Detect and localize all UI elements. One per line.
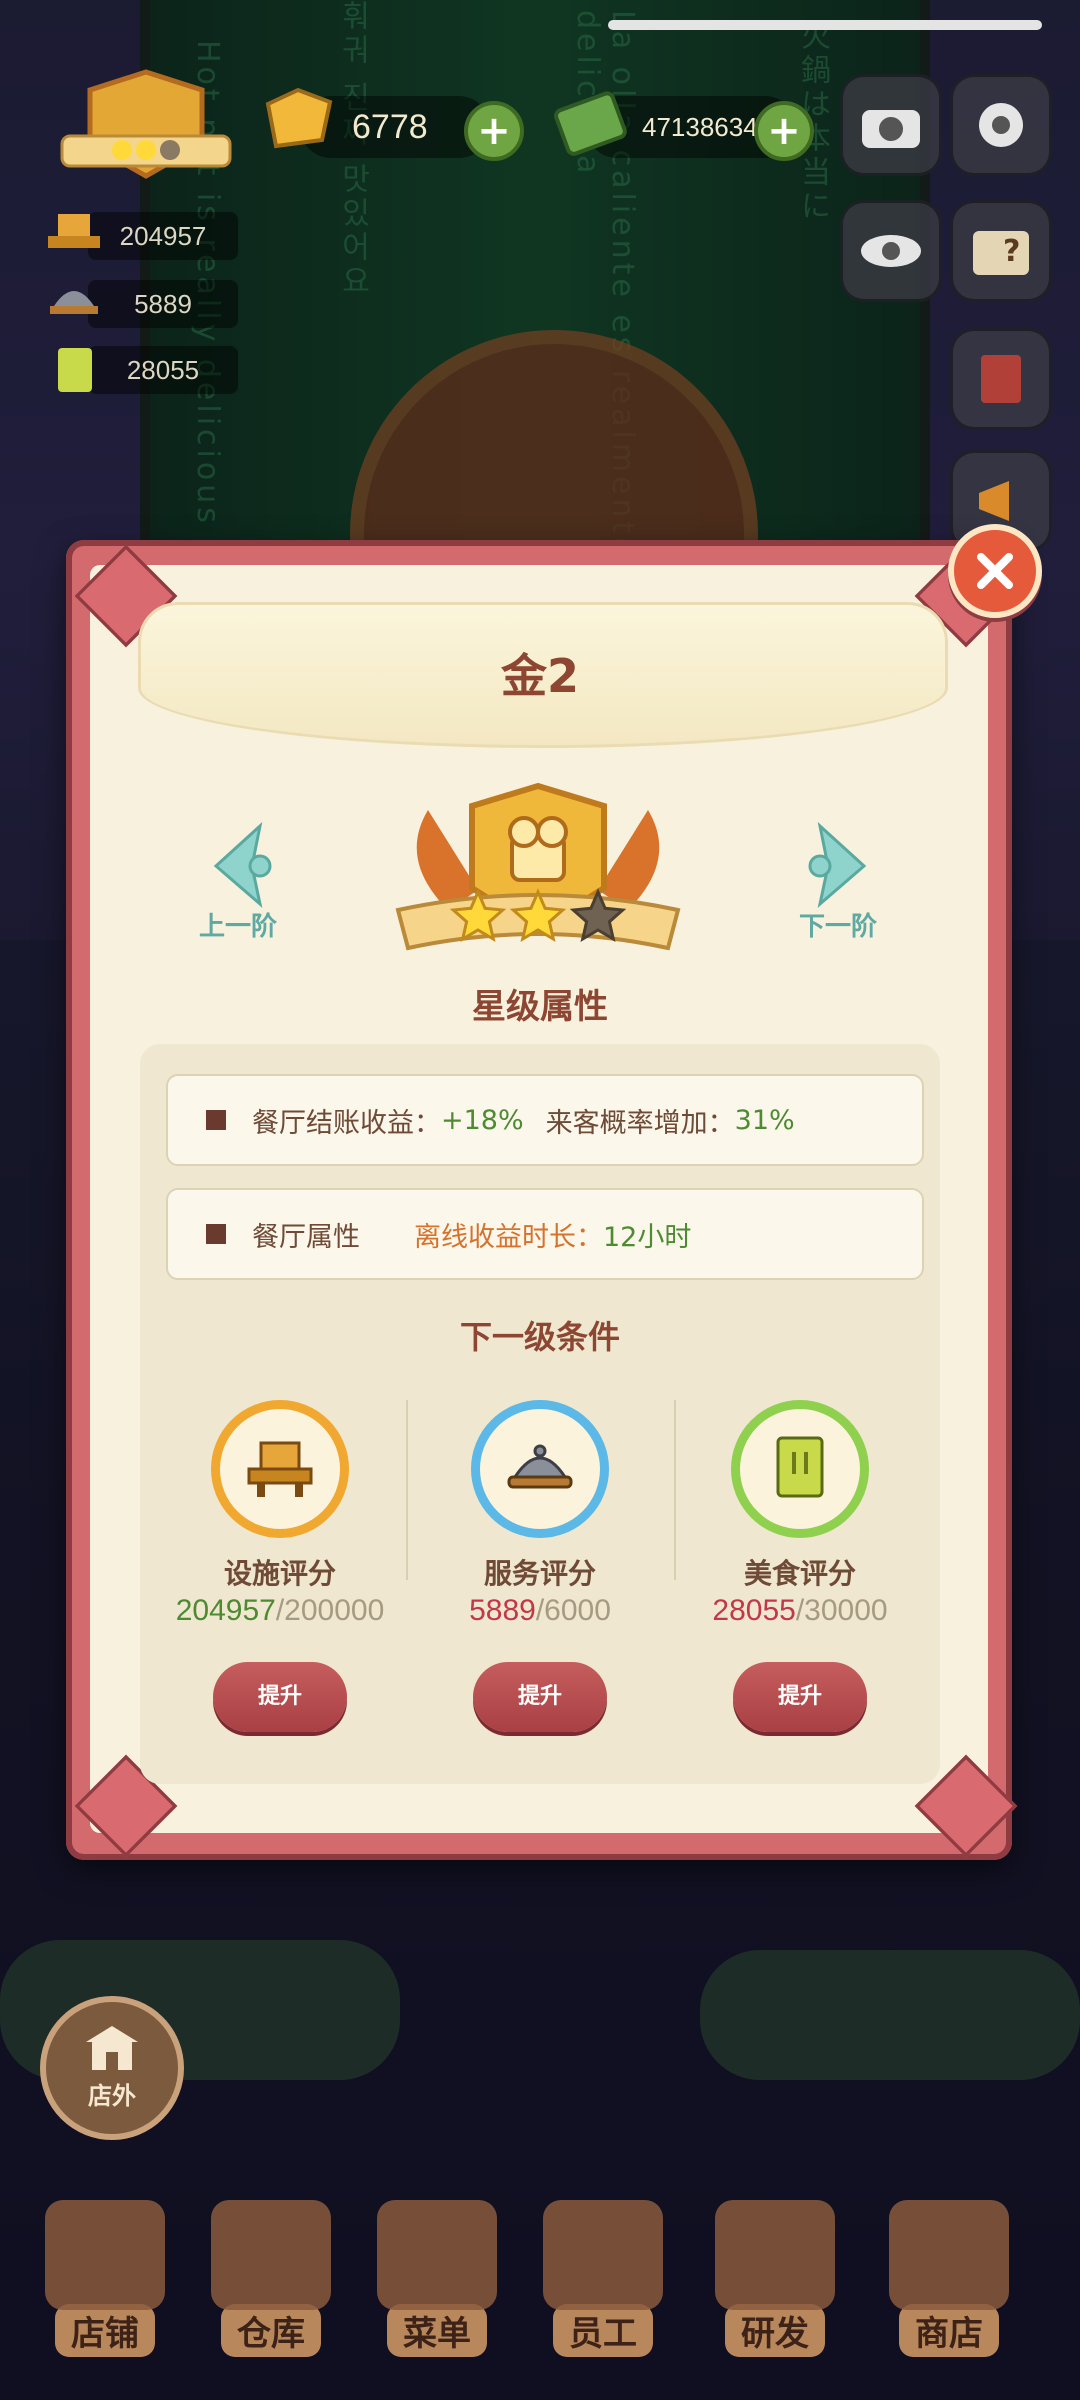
service-icon — [507, 1444, 573, 1489]
nav-menu[interactable]: 菜单 — [362, 2180, 512, 2360]
prev-rank-arrow-icon[interactable] — [200, 820, 290, 910]
guide-button[interactable]: ? — [950, 200, 1052, 302]
offline-income-label: 离线收益时长： — [414, 1221, 603, 1253]
add-gold-button[interactable]: + — [464, 101, 524, 161]
rank-badge-icon[interactable] — [52, 66, 240, 186]
svg-text:?: ? — [1003, 234, 1020, 269]
condition-food: 美食评分 28055/30000 提升 — [690, 1400, 910, 1732]
guest-rate-label: 来客概率增加： — [545, 1107, 735, 1139]
star-attributes-title: 星级属性 — [390, 976, 690, 1038]
food-progress: 28055/30000 — [690, 1594, 910, 1628]
camera-icon — [862, 110, 920, 148]
gold-rank-badge-icon — [395, 782, 681, 951]
column-divider — [674, 1400, 676, 1580]
staff-chef-icon — [543, 2200, 663, 2310]
service-progress: 5889/6000 — [430, 1594, 650, 1628]
service-current: 5889 — [469, 1594, 536, 1627]
service-icon — [50, 291, 98, 314]
facility-ring — [211, 1400, 349, 1538]
gold-ingot-icon — [265, 87, 333, 149]
food-goal: /30000 — [795, 1594, 888, 1627]
service-ring — [471, 1400, 609, 1538]
outside-label: 店外 — [88, 2082, 136, 2110]
outside-button[interactable]: 店外 — [40, 1996, 184, 2140]
gear-icon — [979, 103, 1023, 147]
research-pot-icon — [715, 2200, 835, 2310]
settings-button[interactable] — [950, 74, 1052, 176]
cash-stack-icon — [554, 91, 627, 156]
close-icon — [977, 553, 1013, 589]
facility-progress: 204957/200000 — [170, 1594, 390, 1628]
recipe-book-icon — [58, 348, 92, 392]
condition-facility: 设施评分 204957/200000 提升 — [170, 1400, 390, 1732]
facility-icon — [247, 1441, 313, 1497]
megaphone-icon — [979, 481, 1009, 521]
shop-front-icon — [86, 2026, 138, 2070]
nav-warehouse[interactable]: 仓库 — [196, 2180, 346, 2360]
camera-button[interactable] — [840, 74, 942, 176]
nav-shop[interactable]: 商店 — [874, 2180, 1024, 2360]
shop-stall-icon — [889, 2200, 1009, 2310]
condition-service: 服务评分 5889/6000 提升 — [430, 1400, 650, 1732]
warehouse-box-icon — [211, 2200, 331, 2310]
guest-rate-value: 31% — [734, 1104, 795, 1136]
column-divider — [406, 1400, 408, 1580]
next-rank-label[interactable]: 下一阶 — [768, 906, 908, 943]
facility-icon — [48, 214, 100, 248]
attribute-row-offline: 餐厅属性 离线收益时长： 12小时 — [166, 1188, 924, 1280]
facility-score-pill: 204957 — [88, 212, 238, 260]
nav-warehouse-label: 仓库 — [221, 2304, 321, 2357]
facility-goal: /200000 — [275, 1594, 385, 1627]
bullet-icon — [206, 1110, 226, 1130]
nav-menu-label: 菜单 — [387, 2304, 487, 2357]
upgrade-service-button[interactable]: 提升 — [473, 1662, 607, 1732]
facility-current: 204957 — [175, 1594, 276, 1627]
journal-button[interactable] — [950, 328, 1052, 430]
checkout-income-label: 餐厅结账收益： — [252, 1107, 441, 1139]
menu-clipboard-icon — [377, 2200, 497, 2310]
facility-score: 204957 — [119, 220, 207, 251]
food-ring — [731, 1400, 869, 1538]
facility-score-label: 设施评分 — [223, 1557, 336, 1590]
nav-staff[interactable]: 员工 — [528, 2180, 678, 2360]
nav-staff-label: 员工 — [553, 2304, 653, 2357]
bottom-nav: 店铺 仓库 菜单 员工 研发 商店 — [0, 2180, 1080, 2400]
view-toggle-button[interactable] — [840, 200, 942, 302]
restaurant-attr-label: 餐厅属性 — [252, 1221, 360, 1253]
nav-shop-label: 商店 — [899, 2304, 999, 2357]
service-goal: /6000 — [535, 1594, 611, 1627]
nav-store[interactable]: 店铺 — [30, 2180, 180, 2360]
service-score: 5889 — [134, 288, 192, 319]
book-icon — [981, 355, 1021, 403]
food-current: 28055 — [712, 1594, 796, 1627]
offline-income-value: 12小时 — [603, 1221, 692, 1253]
nav-research-label: 研发 — [725, 2304, 825, 2357]
service-score-label: 服务评分 — [483, 1557, 596, 1590]
recipe-book-icon — [776, 1436, 824, 1498]
nav-research[interactable]: 研发 — [700, 2180, 850, 2360]
store-icon — [45, 2200, 165, 2310]
attribute-row-income: 餐厅结账收益： +18% 来客概率增加： 31% — [166, 1074, 924, 1166]
eye-icon — [861, 235, 921, 267]
food-score: 28055 — [126, 354, 200, 385]
rank-title: 金2 — [500, 649, 579, 703]
upgrade-facility-button[interactable]: 提升 — [213, 1662, 347, 1732]
add-cash-button[interactable]: + — [754, 101, 814, 161]
food-score-label: 美食评分 — [743, 1557, 856, 1590]
next-rank-arrow-icon[interactable] — [790, 820, 880, 910]
close-button[interactable] — [948, 524, 1042, 618]
checkout-income-value: +18% — [441, 1104, 524, 1136]
nav-store-label: 店铺 — [55, 2304, 155, 2357]
upgrade-food-button[interactable]: 提升 — [733, 1662, 867, 1732]
bullet-icon — [206, 1224, 226, 1244]
next-level-title: 下一级条件 — [459, 1318, 620, 1356]
service-score-pill: 5889 — [88, 280, 238, 328]
help-book-icon: ? — [973, 231, 1029, 275]
cash-amount: 47138634 — [642, 111, 758, 142]
food-score-pill: 28055 — [88, 346, 238, 394]
gold-amount: 6778 — [352, 107, 428, 146]
prev-rank-label[interactable]: 上一阶 — [168, 906, 308, 943]
status-bar — [608, 20, 1042, 30]
